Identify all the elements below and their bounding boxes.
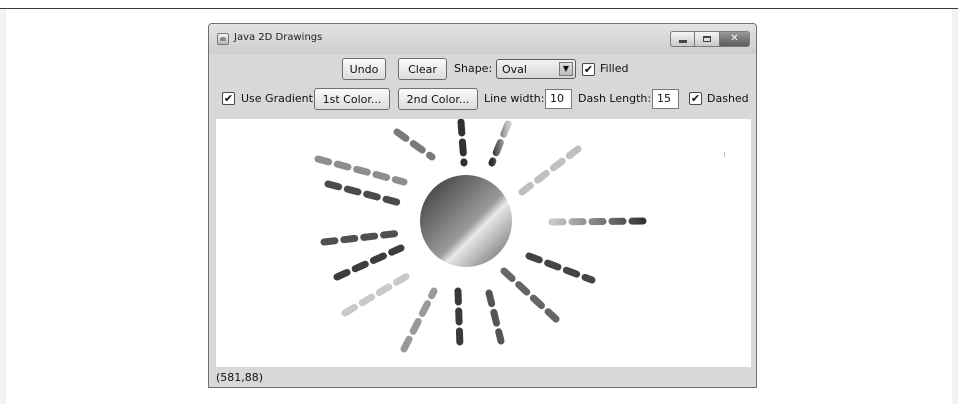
ray (457, 118, 468, 167)
filled-label: Filled (600, 62, 629, 75)
close-button[interactable]: ✕ (720, 31, 750, 47)
ray (320, 229, 405, 246)
line-width-label: Line width: (484, 92, 545, 105)
close-icon: ✕ (730, 33, 739, 44)
title-bar[interactable]: Java 2D Drawings ✕ (209, 24, 756, 54)
undo-button[interactable]: Undo (342, 58, 386, 80)
line-width-input[interactable]: 10 (545, 89, 572, 109)
dashed-checkbox[interactable]: ✔ (689, 92, 702, 105)
chevron-down-icon[interactable]: ▼ (559, 62, 573, 76)
shape-select[interactable]: Oval ▼ (496, 59, 576, 79)
page-margin-right (952, 9, 958, 404)
window-title: Java 2D Drawings (234, 32, 323, 43)
first-color-button[interactable]: 1st Color... (314, 88, 390, 110)
ray (548, 217, 652, 226)
drawing-canvas[interactable] (216, 118, 751, 367)
ray (341, 269, 416, 317)
clear-button[interactable]: Clear (398, 58, 447, 80)
drawing-surface (314, 118, 725, 353)
use-gradient-label: Use Gradient (241, 92, 313, 105)
stray-mark (724, 152, 725, 157)
app-window: Java 2D Drawings ✕ Undo Clear Shape: Ova… (208, 23, 757, 388)
minimize-button[interactable] (670, 31, 695, 47)
dash-length-input[interactable]: 15 (652, 89, 679, 109)
toolbar-bottom: ✔ Use Gradient 1st Color... 2nd Color...… (209, 87, 756, 117)
minimize-icon (678, 40, 687, 43)
mouse-position-label: (581,88) (216, 371, 264, 384)
use-gradient-checkbox[interactable]: ✔ (222, 92, 235, 105)
ray (314, 155, 408, 186)
ray (393, 128, 436, 161)
ray (500, 267, 560, 323)
dashed-label: Dashed (707, 92, 749, 105)
ray (454, 287, 464, 351)
filled-checkbox[interactable]: ✔ (582, 63, 595, 76)
ray (488, 120, 512, 167)
ray (518, 145, 582, 196)
ray (485, 289, 505, 345)
ray (333, 244, 405, 281)
status-bar: (581,88) (209, 367, 756, 387)
sun-circle (420, 175, 512, 267)
ray (324, 180, 408, 208)
ray (525, 252, 596, 284)
shape-select-value: Oval (502, 63, 527, 76)
page-divider (0, 8, 958, 9)
maximize-button[interactable] (695, 31, 720, 47)
second-color-button[interactable]: 2nd Color... (398, 88, 478, 110)
maximize-icon (703, 36, 711, 42)
toolbar-top: Undo Clear Shape: Oval ▼ ✔ Filled (209, 54, 756, 84)
page-margin-left (0, 9, 6, 404)
window-controls: ✕ (670, 31, 750, 47)
shape-label: Shape: (454, 62, 493, 75)
java-app-icon (217, 33, 229, 45)
dash-length-label: Dash Length: (578, 92, 652, 105)
ray (400, 287, 438, 353)
